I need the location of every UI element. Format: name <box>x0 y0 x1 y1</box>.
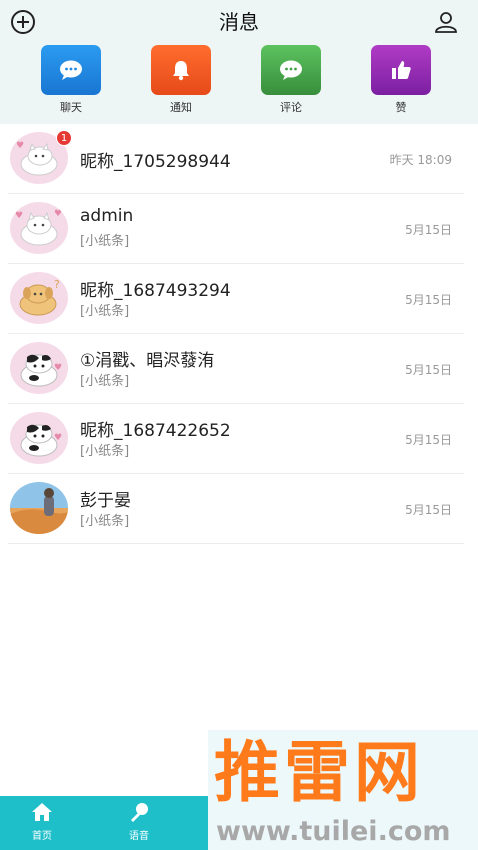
svg-text:♥: ♥ <box>15 211 23 221</box>
tab-home[interactable]: 首页 <box>12 802 72 842</box>
page-title: 消息 <box>219 10 259 34</box>
conversation-name: 彭于晏 <box>80 491 131 511</box>
category-comment[interactable]: 评论 <box>251 45 331 115</box>
conversation-name: 昵称_1687493294 <box>80 281 231 301</box>
watermark-brand: 推雷网 <box>214 734 424 811</box>
cow-cat-sticker-icon: ♥ <box>10 342 68 394</box>
chat-bubble-icon <box>60 60 82 80</box>
unread-badge: 1 <box>56 130 72 146</box>
svg-text:♥: ♥ <box>54 433 62 443</box>
conversation-preview: [小纸条] <box>80 514 130 529</box>
cat-sticker-icon: ♥ ♥ <box>10 202 68 254</box>
watermark-url: www.tuilei.com <box>216 816 451 847</box>
conversation-time: 5月15日 <box>405 293 452 307</box>
avatar: ♥ <box>10 412 68 464</box>
conversation-row[interactable]: ♥ ①涓戳、晿浕蕟洧 [小纸条] 5月15日 <box>8 334 464 404</box>
conversation-time: 5月15日 <box>405 503 452 517</box>
category-notify[interactable]: 通知 <box>141 45 221 115</box>
conversation-time: 昨天 18:09 <box>389 153 452 167</box>
home-icon <box>32 803 52 821</box>
conversation-name: admin <box>80 206 134 226</box>
conversation-name: ①涓戳、晿浕蕟洧 <box>80 351 215 371</box>
user-icon <box>435 12 457 33</box>
conversation-list: ♥ 1 昵称_1705298944 昨天 18:09 ♥ ♥ admin [小纸… <box>0 124 478 544</box>
desert-photo-icon <box>10 482 68 534</box>
comment-tile <box>261 45 321 95</box>
messages-screen: 消息 聊天 通知 评论 赞 ♥ 1 昵称_1705298944 昨天 18:09… <box>0 0 478 850</box>
comment-icon <box>280 60 302 80</box>
conversation-name: 昵称_1705298944 <box>80 152 231 172</box>
bottom-tab-bar: 首页 语音 <box>0 796 208 850</box>
category-bar: 聊天 通知 评论 赞 <box>0 45 478 121</box>
conversation-time: 5月15日 <box>405 223 452 237</box>
category-label: 通知 <box>170 101 192 114</box>
conversation-name: 昵称_1687422652 <box>80 421 231 441</box>
chat-tile <box>41 45 101 95</box>
svg-text:♥: ♥ <box>16 141 24 151</box>
avatar: ♥ ♥ <box>10 202 68 254</box>
conversation-row[interactable]: ? 昵称_1687493294 [小纸条] 5月15日 <box>8 264 464 334</box>
conversation-time: 5月15日 <box>405 433 452 447</box>
conversation-time: 5月15日 <box>405 363 452 377</box>
conversation-preview: [小纸条] <box>80 444 130 459</box>
svg-text:?: ? <box>54 278 60 291</box>
conversation-preview: [小纸条] <box>80 374 130 389</box>
category-label: 聊天 <box>60 101 82 114</box>
conversation-preview: [小纸条] <box>80 234 130 249</box>
header: 消息 聊天 通知 评论 赞 <box>0 0 478 124</box>
bell-icon <box>173 61 189 81</box>
conversation-preview: [小纸条] <box>80 304 130 319</box>
tab-label: 语音 <box>129 831 149 842</box>
avatar <box>10 482 68 534</box>
dog-sticker-icon: ? <box>10 272 68 324</box>
tab-voice[interactable]: 语音 <box>109 802 169 842</box>
watermark: 推雷网 www.tuilei.com <box>208 730 478 850</box>
profile-button[interactable] <box>432 8 460 36</box>
conversation-row[interactable]: 彭于晏 [小纸条] 5月15日 <box>8 474 464 544</box>
notify-tile <box>151 45 211 95</box>
thumbs-up-icon <box>392 61 411 79</box>
cow-cat-sticker-icon: ♥ <box>10 412 68 464</box>
microphone-icon <box>131 803 148 822</box>
conversation-row[interactable]: ♥ ♥ admin [小纸条] 5月15日 <box>8 194 464 264</box>
category-label: 评论 <box>280 101 302 114</box>
avatar: ? <box>10 272 68 324</box>
svg-text:♥: ♥ <box>54 363 62 373</box>
like-tile <box>371 45 431 95</box>
svg-text:♥: ♥ <box>54 209 62 219</box>
category-chat[interactable]: 聊天 <box>31 45 111 115</box>
category-like[interactable]: 赞 <box>361 45 441 115</box>
category-label: 赞 <box>395 101 407 114</box>
conversation-row[interactable]: ♥ 昵称_1687422652 [小纸条] 5月15日 <box>8 404 464 474</box>
conversation-row[interactable]: ♥ 1 昵称_1705298944 昨天 18:09 <box>8 124 464 194</box>
tab-label: 首页 <box>32 831 52 842</box>
avatar: ♥ <box>10 342 68 394</box>
